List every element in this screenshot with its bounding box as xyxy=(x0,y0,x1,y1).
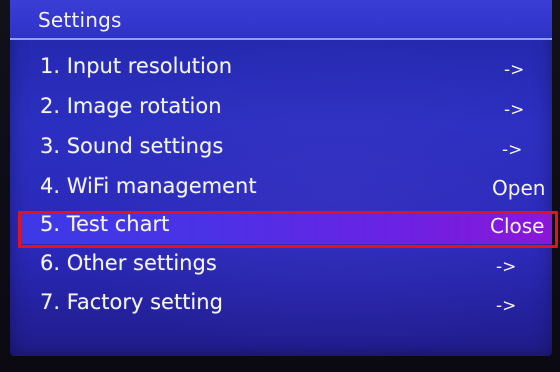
menu-item-other-settings[interactable]: 6. Other settings -> xyxy=(18,247,550,281)
submenu-arrow-icon: -> xyxy=(496,257,517,277)
menu-item-image-rotation[interactable]: 2. Image rotation -> xyxy=(18,90,550,124)
menu-item-label: 1. Input resolution xyxy=(40,54,233,78)
submenu-arrow-icon: -> xyxy=(504,60,525,80)
menu-item-label: 2. Image rotation xyxy=(40,94,222,118)
menu-title: Settings xyxy=(38,8,122,32)
submenu-arrow-icon: -> xyxy=(504,100,525,120)
menu-item-label: 3. Sound settings xyxy=(40,134,224,158)
menu-item-label: 6. Other settings xyxy=(40,251,217,275)
menu-item-value: Open xyxy=(492,176,546,200)
menu-item-input-resolution[interactable]: 1. Input resolution -> xyxy=(18,50,550,84)
submenu-arrow-icon: -> xyxy=(496,296,517,316)
menu-header: Settings xyxy=(10,0,552,40)
menu-item-label: 7. Factory setting xyxy=(40,290,223,314)
menu-item-label: 4. WiFi management xyxy=(40,174,257,198)
submenu-arrow-icon: -> xyxy=(502,140,523,160)
settings-screen: Settings 1. Input resolution -> 2. Image… xyxy=(10,0,558,356)
menu-item-wifi-management[interactable]: 4. WiFi management Open xyxy=(18,170,550,204)
menu-item-factory-setting[interactable]: 7. Factory setting -> xyxy=(18,286,550,320)
menu-item-sound-settings[interactable]: 3. Sound settings -> xyxy=(18,130,550,164)
selection-cursor xyxy=(18,211,558,248)
